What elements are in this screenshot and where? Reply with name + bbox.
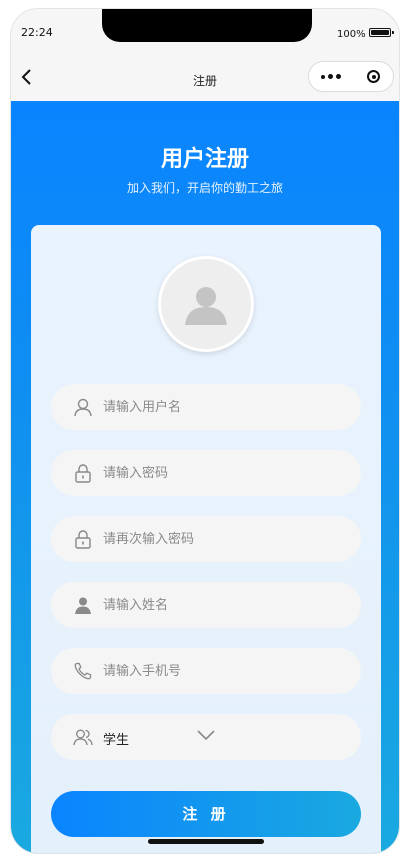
battery-icon: [369, 28, 394, 37]
username-field: [51, 384, 361, 430]
password-input[interactable]: [103, 450, 343, 496]
home-indicator: [148, 839, 264, 844]
page-subtitle: 加入我们，开启你的勤工之旅: [126, 181, 283, 195]
confirm-password-field: [51, 516, 361, 562]
phone-input[interactable]: [103, 648, 343, 694]
phone-icon: [74, 662, 92, 680]
person-icon: [75, 597, 91, 614]
register-button[interactable]: 注 册: [51, 791, 361, 837]
status-time: 22:24: [21, 26, 53, 39]
register-card: 学生 注 册: [31, 225, 381, 853]
lock-icon: [75, 530, 91, 549]
phone-field: [51, 648, 361, 694]
register-page: 用户注册 加入我们，开启你的勤工之旅 请输入用户名 请输入姓名 请输入手机号 学…: [11, 101, 399, 853]
user-icon: [74, 398, 92, 417]
name-field: [51, 582, 361, 628]
phone-frame: 22:24 100% 注册 用户注册 加入我们，开启你的勤工之旅 请输入用户名 …: [10, 8, 400, 854]
more-button[interactable]: [309, 62, 352, 91]
page-title: 用户注册: [160, 147, 249, 172]
users-icon: [73, 729, 93, 746]
avatar-upload[interactable]: [158, 256, 254, 352]
mini-program-capsule: [308, 61, 394, 92]
more-dots-icon: [320, 74, 341, 79]
role-picker[interactable]: 学生: [51, 714, 361, 760]
username-input[interactable]: [103, 384, 343, 430]
battery-percent: 100%: [337, 29, 366, 40]
navbar: 注册: [11, 51, 399, 101]
confirm-password-input[interactable]: [103, 516, 343, 562]
target-icon: [367, 70, 380, 83]
notch: [102, 9, 312, 42]
name-input[interactable]: [103, 582, 343, 628]
chevron-down-icon: [197, 730, 215, 741]
user-avatar-icon: [185, 287, 227, 325]
close-mini-program-button[interactable]: [352, 62, 395, 91]
role-value: 学生: [103, 733, 130, 748]
password-field: [51, 450, 361, 496]
lock-icon: [75, 464, 91, 483]
